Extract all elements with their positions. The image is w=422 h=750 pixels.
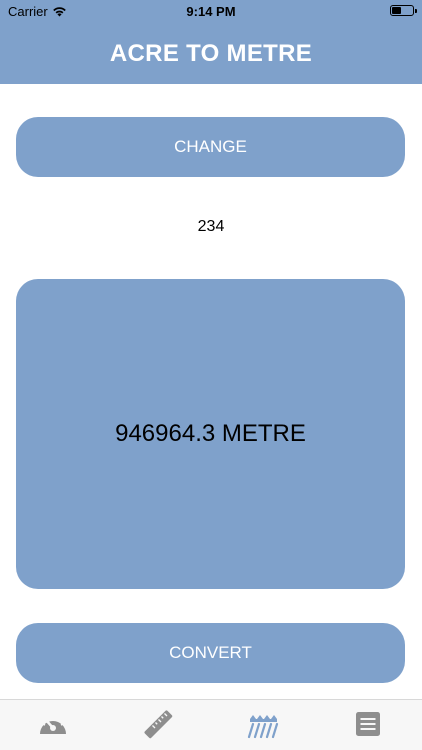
- tab-area[interactable]: [243, 704, 283, 744]
- tab-speed[interactable]: [33, 704, 73, 744]
- result-value: 946964.3 METRE: [115, 420, 306, 447]
- acre-input-value[interactable]: 234: [0, 218, 422, 236]
- field-icon: [247, 715, 279, 739]
- tab-length[interactable]: [138, 704, 178, 744]
- change-button[interactable]: CHANGE: [16, 117, 405, 177]
- status-bar: Carrier 9:14 PM: [0, 0, 422, 24]
- result-panel: 946964.3 METRE: [16, 279, 405, 589]
- tab-menu[interactable]: [348, 704, 388, 744]
- menu-icon: [356, 712, 380, 736]
- header-bar: Carrier 9:14 PM ACRE TO METRE: [0, 0, 422, 84]
- status-time: 9:14 PM: [186, 4, 236, 19]
- ruler-icon: [144, 710, 173, 739]
- battery-icon: [390, 5, 417, 16]
- app-screen: Carrier 9:14 PM ACRE TO METRE CHANGE 234…: [0, 0, 422, 750]
- page-title: ACRE TO METRE: [109, 40, 313, 67]
- speedometer-icon: [40, 716, 66, 734]
- convert-button[interactable]: CONVERT: [16, 623, 405, 683]
- tab-bar: [0, 699, 422, 750]
